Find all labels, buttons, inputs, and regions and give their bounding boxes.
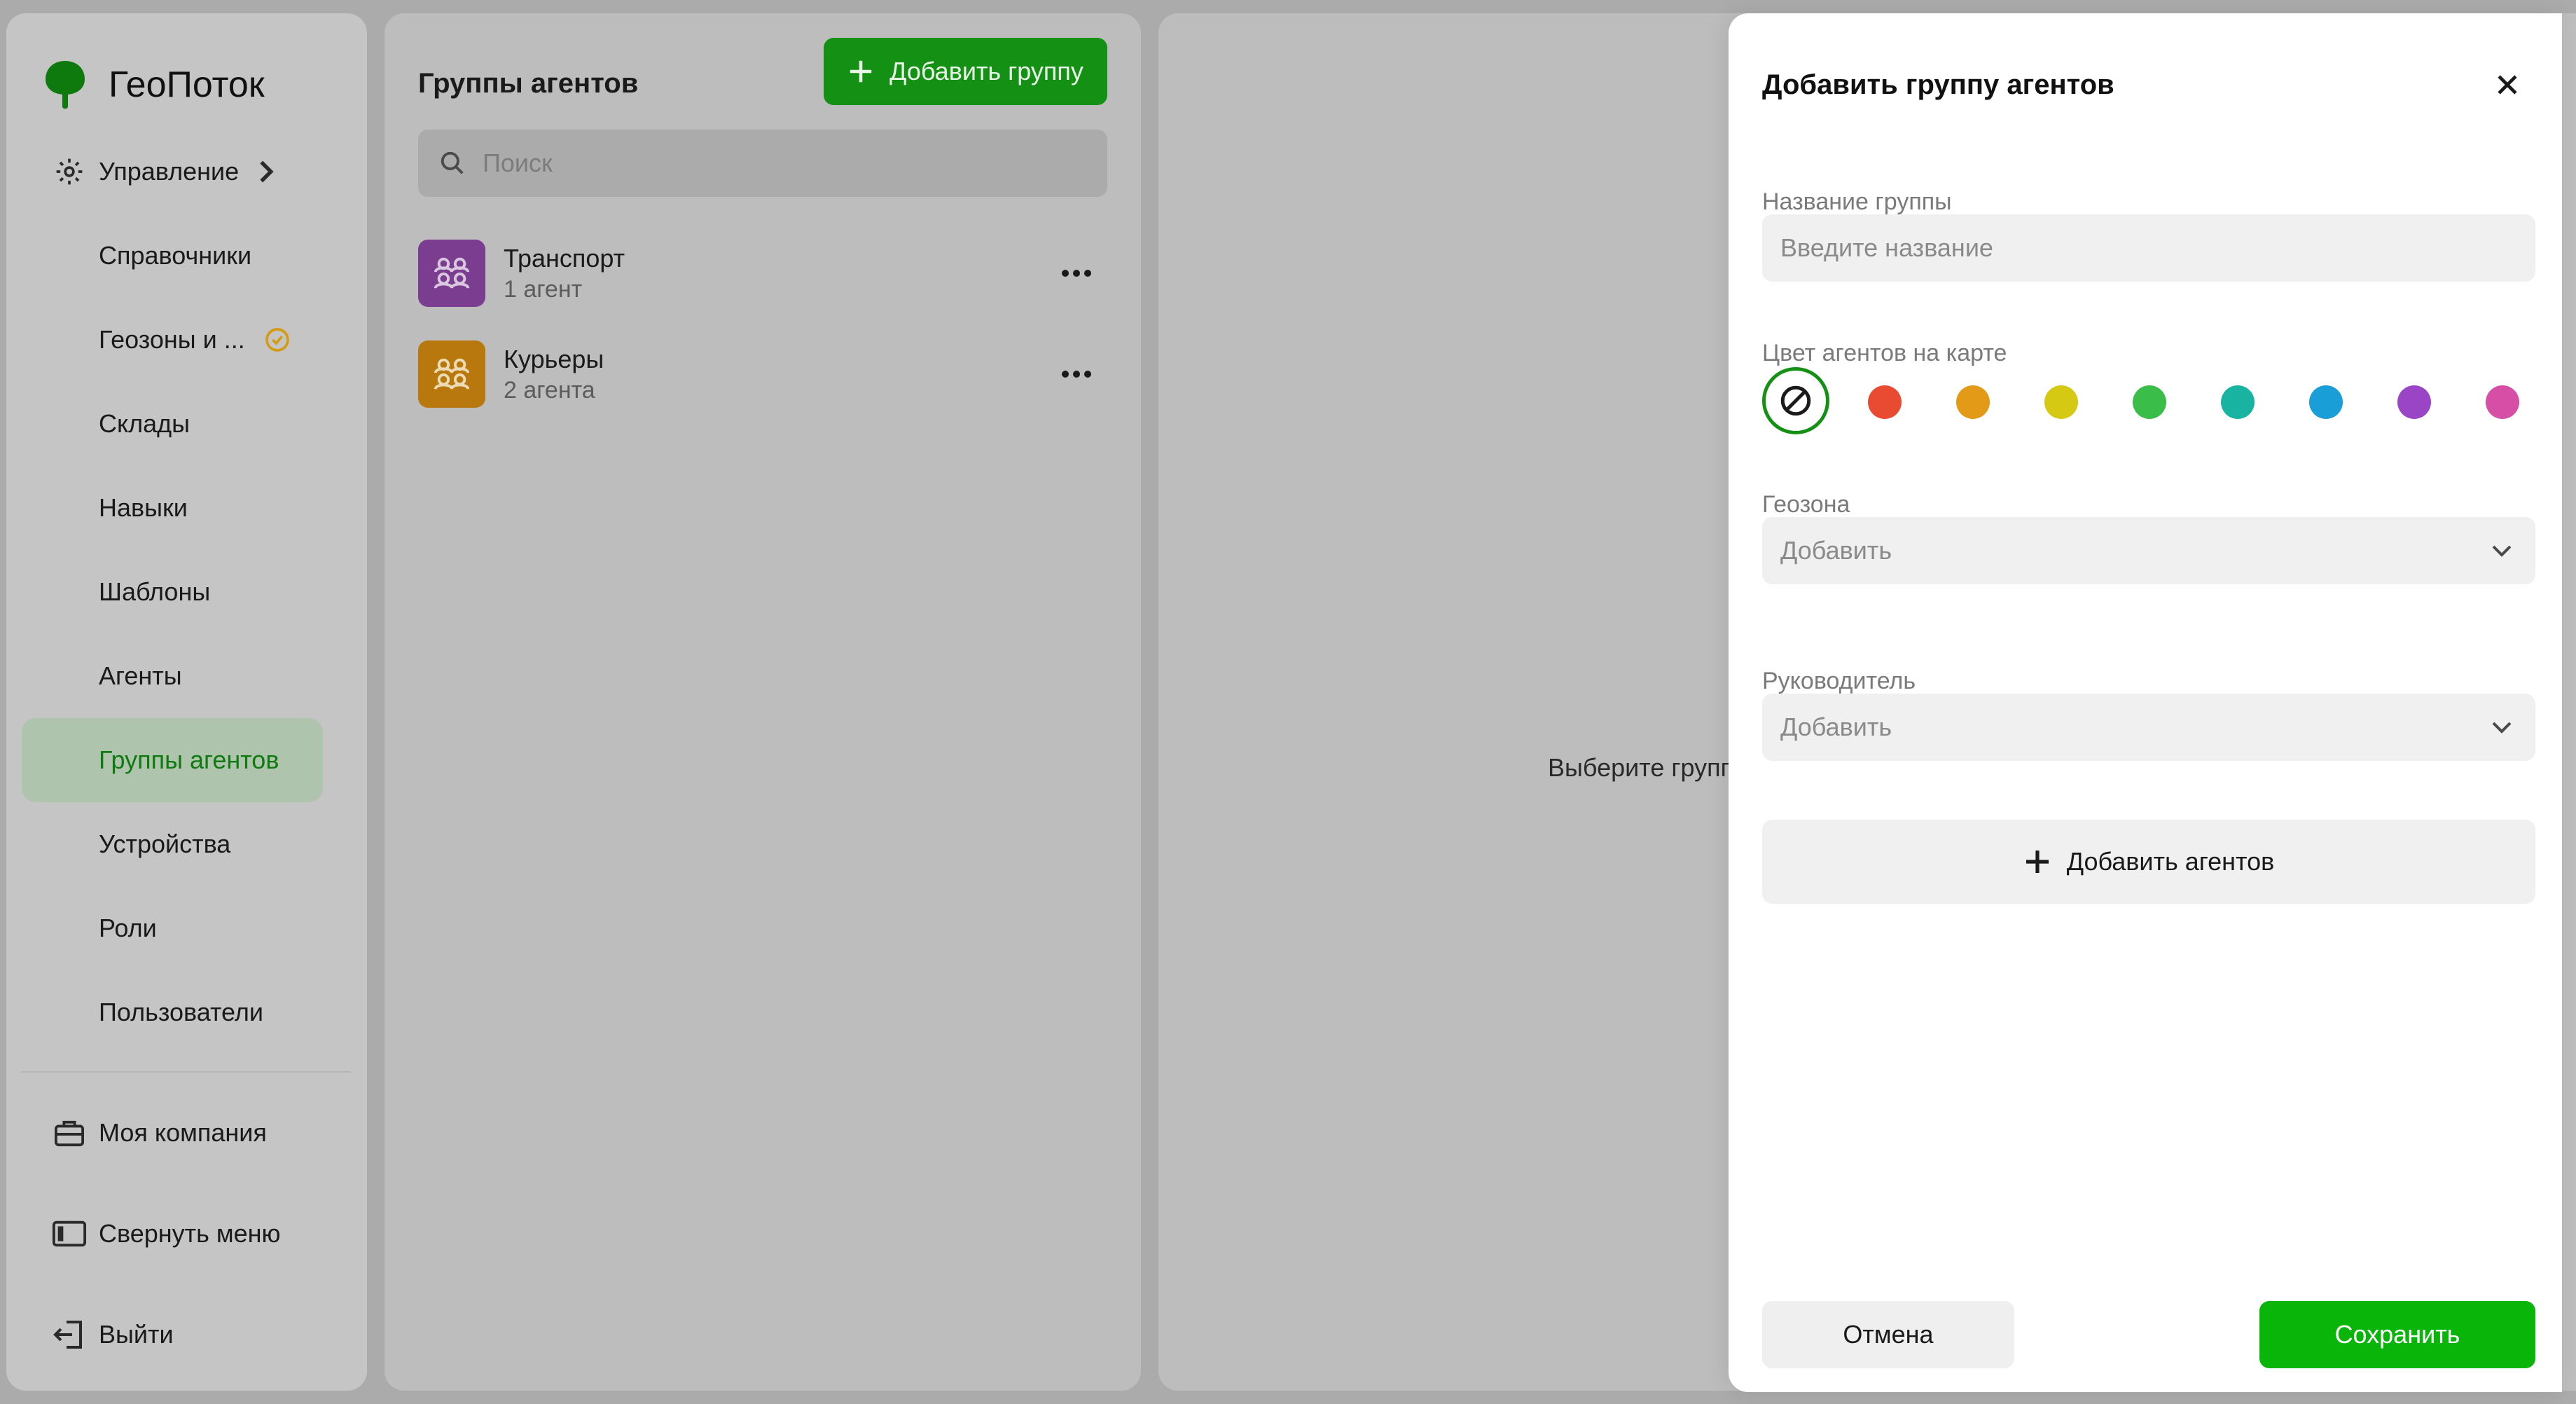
sidebar-item-label: Геозоны и ...	[99, 325, 245, 354]
sidebar-divider	[22, 1071, 351, 1073]
sidebar-item-label: Склады	[99, 409, 191, 438]
manager-value: Добавить	[1780, 713, 1892, 741]
group-name-input[interactable]: Введите название	[1762, 214, 2535, 282]
sidebar-item-my-company[interactable]: Моя компания	[22, 1091, 323, 1175]
sidebar-item-devices[interactable]: Устройства	[22, 802, 323, 886]
group-row[interactable]: Курьеры 2 агента	[418, 339, 1107, 409]
geozone-select[interactable]: Добавить	[1762, 517, 2535, 584]
close-icon[interactable]	[2486, 64, 2528, 106]
logo-icon	[46, 61, 85, 109]
color-swatch-green[interactable]	[2133, 385, 2166, 419]
sidebar-item-templates[interactable]: Шаблоны	[22, 550, 323, 634]
sidebar-item-label: Роли	[99, 914, 157, 942]
color-swatch-blue[interactable]	[2309, 385, 2343, 419]
gear-icon	[48, 151, 90, 193]
more-options-icon[interactable]	[1055, 360, 1097, 388]
color-swatch-yellow[interactable]	[2044, 385, 2078, 419]
search-icon	[439, 150, 466, 177]
sidebar-item-label: Группы агентов	[99, 745, 279, 774]
sidebar-item-agent-groups[interactable]: Группы агентов	[22, 718, 323, 802]
chevron-down-icon	[2488, 713, 2516, 741]
sidebar-item-label: Моя компания	[99, 1118, 267, 1147]
sidebar: ГеоПоток Управление Справочники Геозоны …	[6, 13, 367, 1391]
manager-label: Руководитель	[1762, 668, 1916, 694]
sidebar-item-management[interactable]: Управление	[22, 130, 323, 214]
geozone-value: Добавить	[1780, 536, 1892, 565]
group-count: 1 агент	[504, 275, 583, 303]
add-agents-button[interactable]: Добавить агентов	[1762, 820, 2535, 904]
plus-icon	[847, 58, 874, 85]
groups-title: Группы агентов	[418, 67, 639, 99]
color-swatch-red[interactable]	[1868, 385, 1902, 419]
empty-state-hint: Выберите групп	[1548, 753, 1735, 782]
color-label: Цвет агентов на карте	[1762, 340, 2007, 366]
search-input[interactable]: Поиск	[418, 130, 1107, 197]
groups-panel: Группы агентов Добавить группу Поиск Тра…	[385, 13, 1141, 1391]
manager-select[interactable]: Добавить	[1762, 694, 2535, 761]
color-picker	[1762, 367, 2535, 434]
add-group-label: Добавить группу	[889, 57, 1083, 85]
app-name: ГеоПоток	[109, 64, 265, 105]
more-options-icon[interactable]	[1055, 259, 1097, 287]
group-name-placeholder: Введите название	[1780, 233, 1993, 262]
color-swatch-purple[interactable]	[2397, 385, 2431, 419]
clock-badge-icon	[263, 326, 291, 354]
sidebar-item-label: Шаблоны	[99, 577, 211, 606]
add-group-modal: Добавить группу агентов Название группы …	[1729, 13, 2562, 1392]
add-agents-label: Добавить агентов	[2066, 847, 2275, 876]
color-swatch-orange[interactable]	[1956, 385, 1990, 419]
sidebar-item-geozones[interactable]: Геозоны и ...	[22, 298, 323, 382]
chevron-right-icon	[257, 159, 275, 184]
no-color-option[interactable]	[1762, 367, 1829, 434]
group-avatar	[418, 340, 485, 408]
sidebar-item-label: Навыки	[99, 493, 188, 522]
group-icon	[434, 358, 470, 390]
group-icon	[434, 257, 470, 289]
color-swatch-teal[interactable]	[2221, 385, 2255, 419]
group-name-label: Название группы	[1762, 188, 1952, 215]
sidebar-item-label: Справочники	[99, 241, 252, 270]
color-swatch-pink[interactable]	[2486, 385, 2519, 419]
sidebar-item-label: Пользователи	[99, 998, 263, 1026]
group-row[interactable]: Транспорт 1 агент	[418, 238, 1107, 308]
sidebar-item-logout[interactable]: Выйти	[22, 1293, 323, 1377]
collapse-icon	[48, 1213, 90, 1255]
briefcase-icon	[48, 1112, 90, 1154]
no-color-icon	[1780, 385, 1811, 416]
sidebar-item-skills[interactable]: Навыки	[22, 466, 323, 550]
group-name: Курьеры	[504, 344, 604, 373]
sidebar-item-label: Свернуть меню	[99, 1219, 281, 1248]
modal-title: Добавить группу агентов	[1762, 69, 2114, 100]
group-count: 2 агента	[504, 376, 595, 404]
sidebar-item-warehouses[interactable]: Склады	[22, 382, 323, 466]
logout-icon	[48, 1314, 90, 1356]
sidebar-item-users[interactable]: Пользователи	[22, 970, 323, 1054]
sidebar-item-directories[interactable]: Справочники	[22, 214, 323, 298]
save-button[interactable]: Сохранить	[2259, 1301, 2535, 1368]
add-group-button[interactable]: Добавить группу	[824, 38, 1107, 105]
sidebar-item-label: Выйти	[99, 1320, 174, 1349]
sidebar-item-label: Управление	[99, 157, 240, 186]
plus-icon	[2023, 848, 2051, 876]
sidebar-item-collapse-menu[interactable]: Свернуть меню	[22, 1192, 323, 1276]
search-placeholder: Поиск	[483, 149, 553, 177]
app-logo[interactable]: ГеоПоток	[43, 50, 265, 120]
cancel-button[interactable]: Отмена	[1762, 1301, 2014, 1368]
sidebar-item-label: Устройства	[99, 830, 231, 858]
group-name: Транспорт	[504, 243, 625, 273]
sidebar-item-label: Агенты	[99, 661, 182, 690]
sidebar-item-agents[interactable]: Агенты	[22, 634, 323, 718]
geozone-label: Геозона	[1762, 491, 1850, 518]
chevron-down-icon	[2488, 537, 2516, 565]
sidebar-item-roles[interactable]: Роли	[22, 886, 323, 970]
group-avatar	[418, 240, 485, 307]
